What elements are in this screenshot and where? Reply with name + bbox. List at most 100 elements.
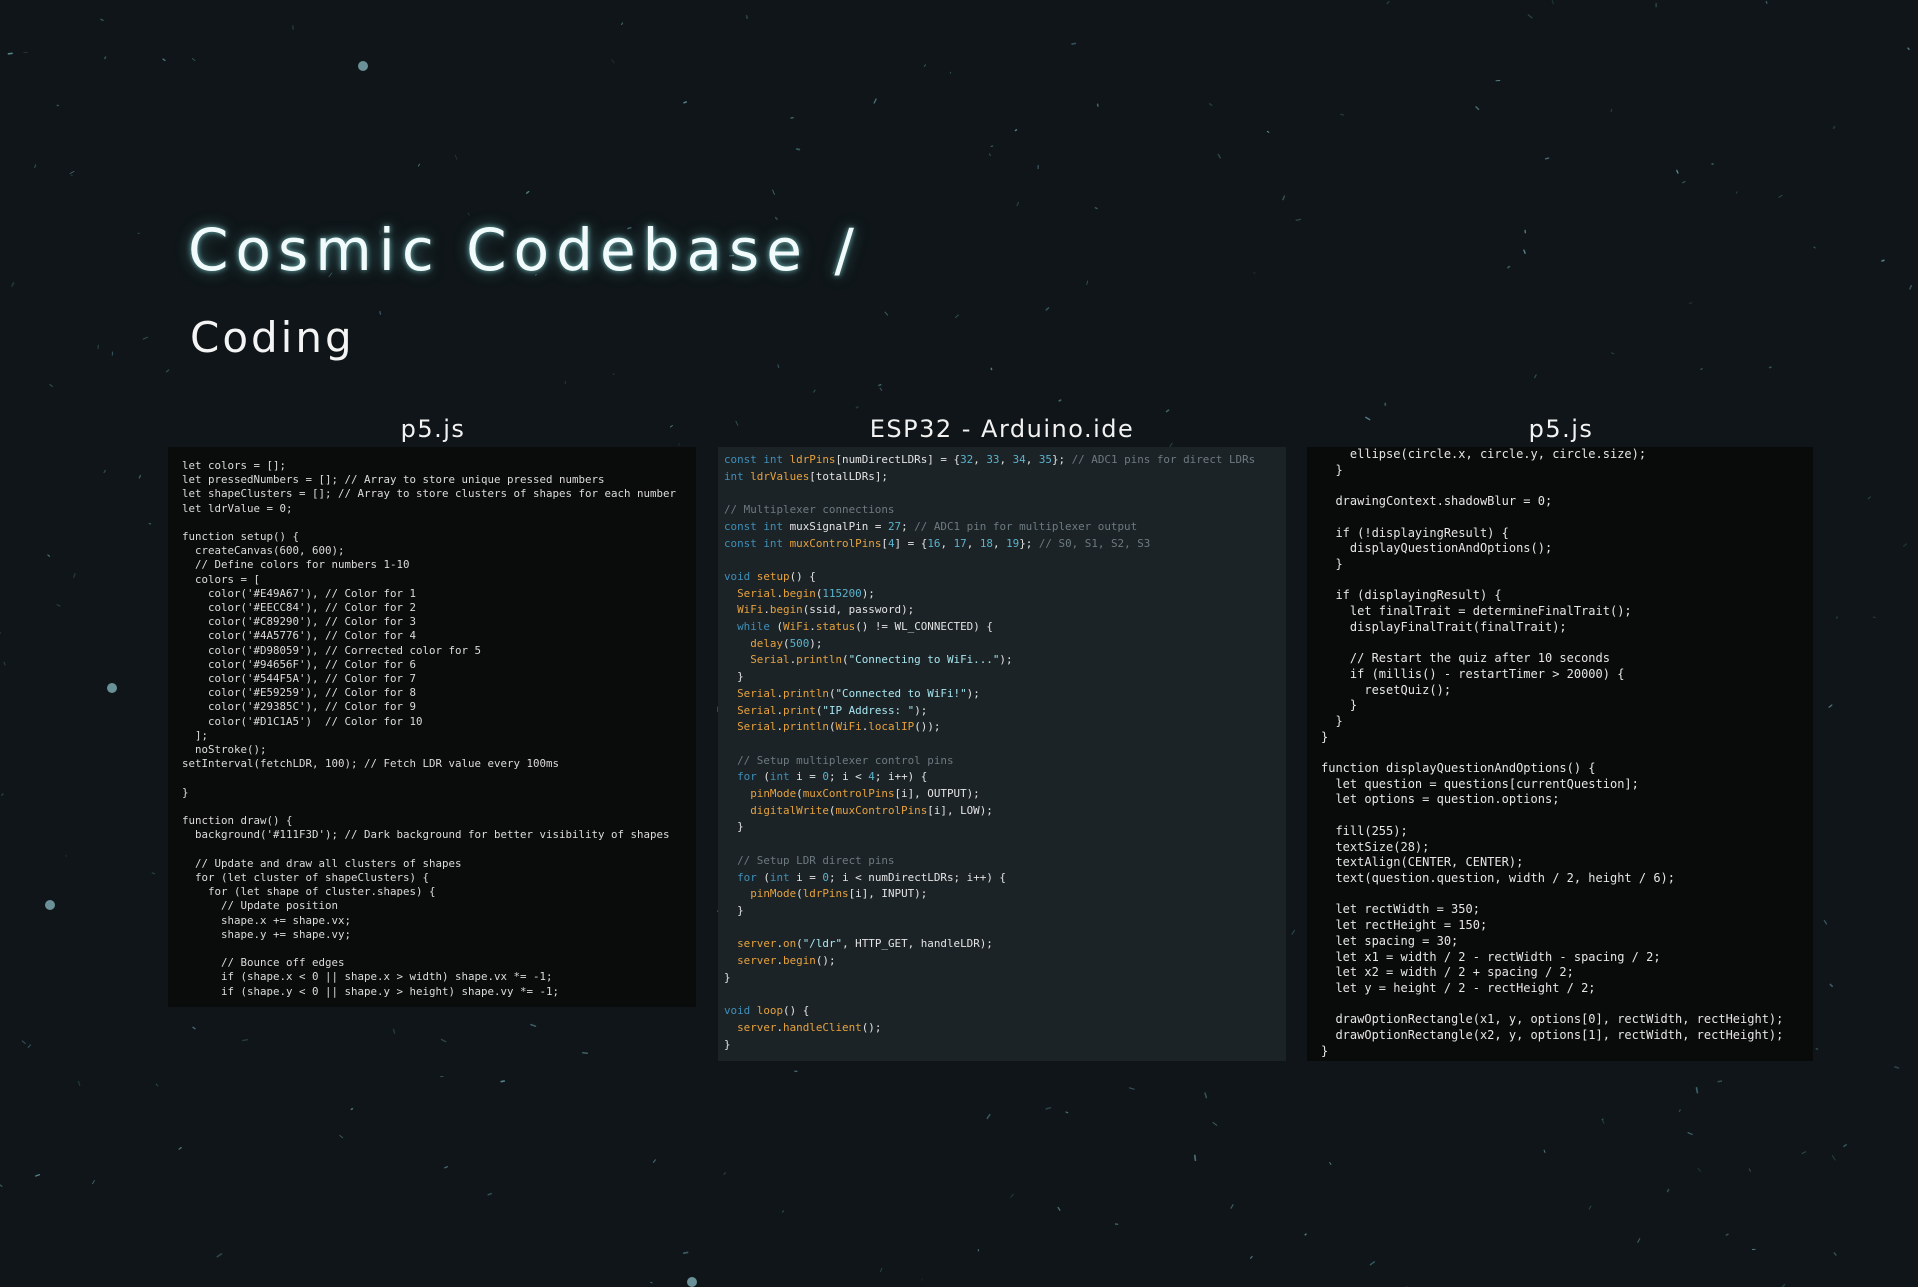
star-speck — [56, 604, 61, 607]
star-speck — [878, 383, 882, 387]
star-speck — [1832, 125, 1836, 130]
star-speck — [1266, 130, 1270, 133]
star-speck — [100, 18, 104, 22]
star-speck — [192, 1026, 196, 1030]
star-speck — [1340, 113, 1344, 116]
star-speck — [1365, 416, 1371, 421]
panel-label-esp32-arduino: ESP32 - Arduino.ide — [869, 415, 1135, 443]
star-speck — [21, 1040, 26, 1045]
star-speck — [1695, 1086, 1699, 1094]
star-speck — [1778, 194, 1783, 198]
star-speck — [1676, 169, 1679, 174]
star-speck — [1815, 1047, 1819, 1050]
star-speck — [1217, 153, 1222, 159]
star-speck — [669, 425, 673, 428]
star-speck — [621, 22, 623, 26]
star-speck — [1637, 1238, 1641, 1243]
star-speck — [613, 373, 615, 375]
star-speck — [151, 872, 156, 875]
star-speck — [1700, 368, 1703, 370]
star-speck — [92, 1179, 95, 1185]
star-bright — [687, 1277, 697, 1287]
star-speck — [1611, 352, 1615, 355]
star-speck — [611, 59, 615, 64]
star-speck — [138, 474, 142, 479]
star-speck — [444, 1166, 448, 1169]
star-speck — [1765, 0, 1768, 4]
star-speck — [879, 387, 883, 391]
star-speck — [3, 661, 6, 666]
star-speck — [1065, 1111, 1069, 1114]
star-speck — [1823, 919, 1828, 925]
star-speck — [1086, 280, 1089, 285]
code-block: ellipse(circle.x, circle.y, circle.size)… — [1321, 447, 1784, 1058]
star-speck — [1894, 1066, 1900, 1069]
star-speck — [923, 64, 926, 67]
star-speck — [1610, 108, 1613, 113]
star-speck — [1058, 399, 1062, 402]
star-speck — [392, 1028, 396, 1034]
page-title: Cosmic Codebase / — [188, 216, 861, 284]
star-speck — [1828, 704, 1833, 708]
star-speck — [142, 336, 149, 340]
star-speck — [191, 57, 196, 62]
star-speck — [986, 1113, 991, 1120]
star-speck — [0, 632, 1, 635]
star-speck — [1697, 1167, 1702, 1172]
star-speck — [1369, 1261, 1376, 1266]
star-speck — [650, 1281, 653, 1284]
star-speck — [379, 310, 382, 315]
star-speck — [1016, 201, 1020, 207]
star-speck — [781, 1210, 785, 1213]
star-speck — [1230, 1204, 1234, 1209]
star-speck — [525, 190, 530, 194]
star-speck — [772, 189, 775, 195]
code-panel-p5js-quiz: ellipse(circle.x, circle.y, circle.size)… — [1307, 447, 1813, 1061]
star-speck — [49, 384, 53, 388]
star-speck — [454, 154, 458, 160]
panel-label-p5js-right: p5.js — [1528, 415, 1594, 443]
star-speck — [1829, 983, 1833, 988]
star-speck — [1831, 1155, 1836, 1161]
star-speck — [47, 554, 51, 557]
star-speck — [34, 164, 37, 169]
star-speck — [1386, 0, 1390, 5]
code-block: const int ldrPins[numDirectLDRs] = {32, … — [724, 453, 1256, 1051]
star-speck — [487, 1192, 493, 1196]
star-speck — [683, 101, 687, 104]
star-speck — [1507, 265, 1511, 269]
star-speck — [745, 15, 748, 20]
star-speck — [1843, 1144, 1847, 1148]
star-speck — [1010, 1193, 1014, 1198]
star-speck — [1071, 42, 1077, 45]
star-speck — [72, 573, 76, 578]
star-speck — [723, 1172, 727, 1175]
star-speck — [11, 282, 15, 287]
star-speck — [1249, 1255, 1253, 1259]
star-speck — [440, 1038, 447, 1043]
star-speck — [1208, 103, 1213, 107]
star-speck — [873, 98, 877, 104]
star-speck — [104, 56, 107, 60]
star-speck — [1544, 157, 1550, 160]
star-speck — [103, 469, 106, 474]
star-speck — [77, 1080, 81, 1086]
star-speck — [1475, 106, 1480, 111]
star-speck — [1688, 302, 1693, 305]
star-speck — [216, 1253, 223, 1258]
star-speck — [1291, 929, 1296, 935]
star-speck — [1678, 1109, 1681, 1112]
code-block: let colors = []; let pressedNumbers = []… — [182, 459, 677, 998]
star-speck — [467, 212, 470, 216]
star-speck — [417, 163, 421, 167]
star-speck — [500, 1080, 506, 1083]
star-speck — [884, 311, 889, 316]
star-speck — [1094, 207, 1098, 210]
star-speck — [1534, 374, 1537, 379]
star-speck — [1588, 1205, 1592, 1210]
star-speck — [879, 1267, 883, 1273]
star-speck — [1813, 246, 1816, 249]
star-speck — [1748, 1168, 1751, 1172]
star-speck — [678, 443, 680, 446]
code-panel-esp32-arduino: const int ldrPins[numDirectLDRs] = {32, … — [718, 447, 1286, 1061]
